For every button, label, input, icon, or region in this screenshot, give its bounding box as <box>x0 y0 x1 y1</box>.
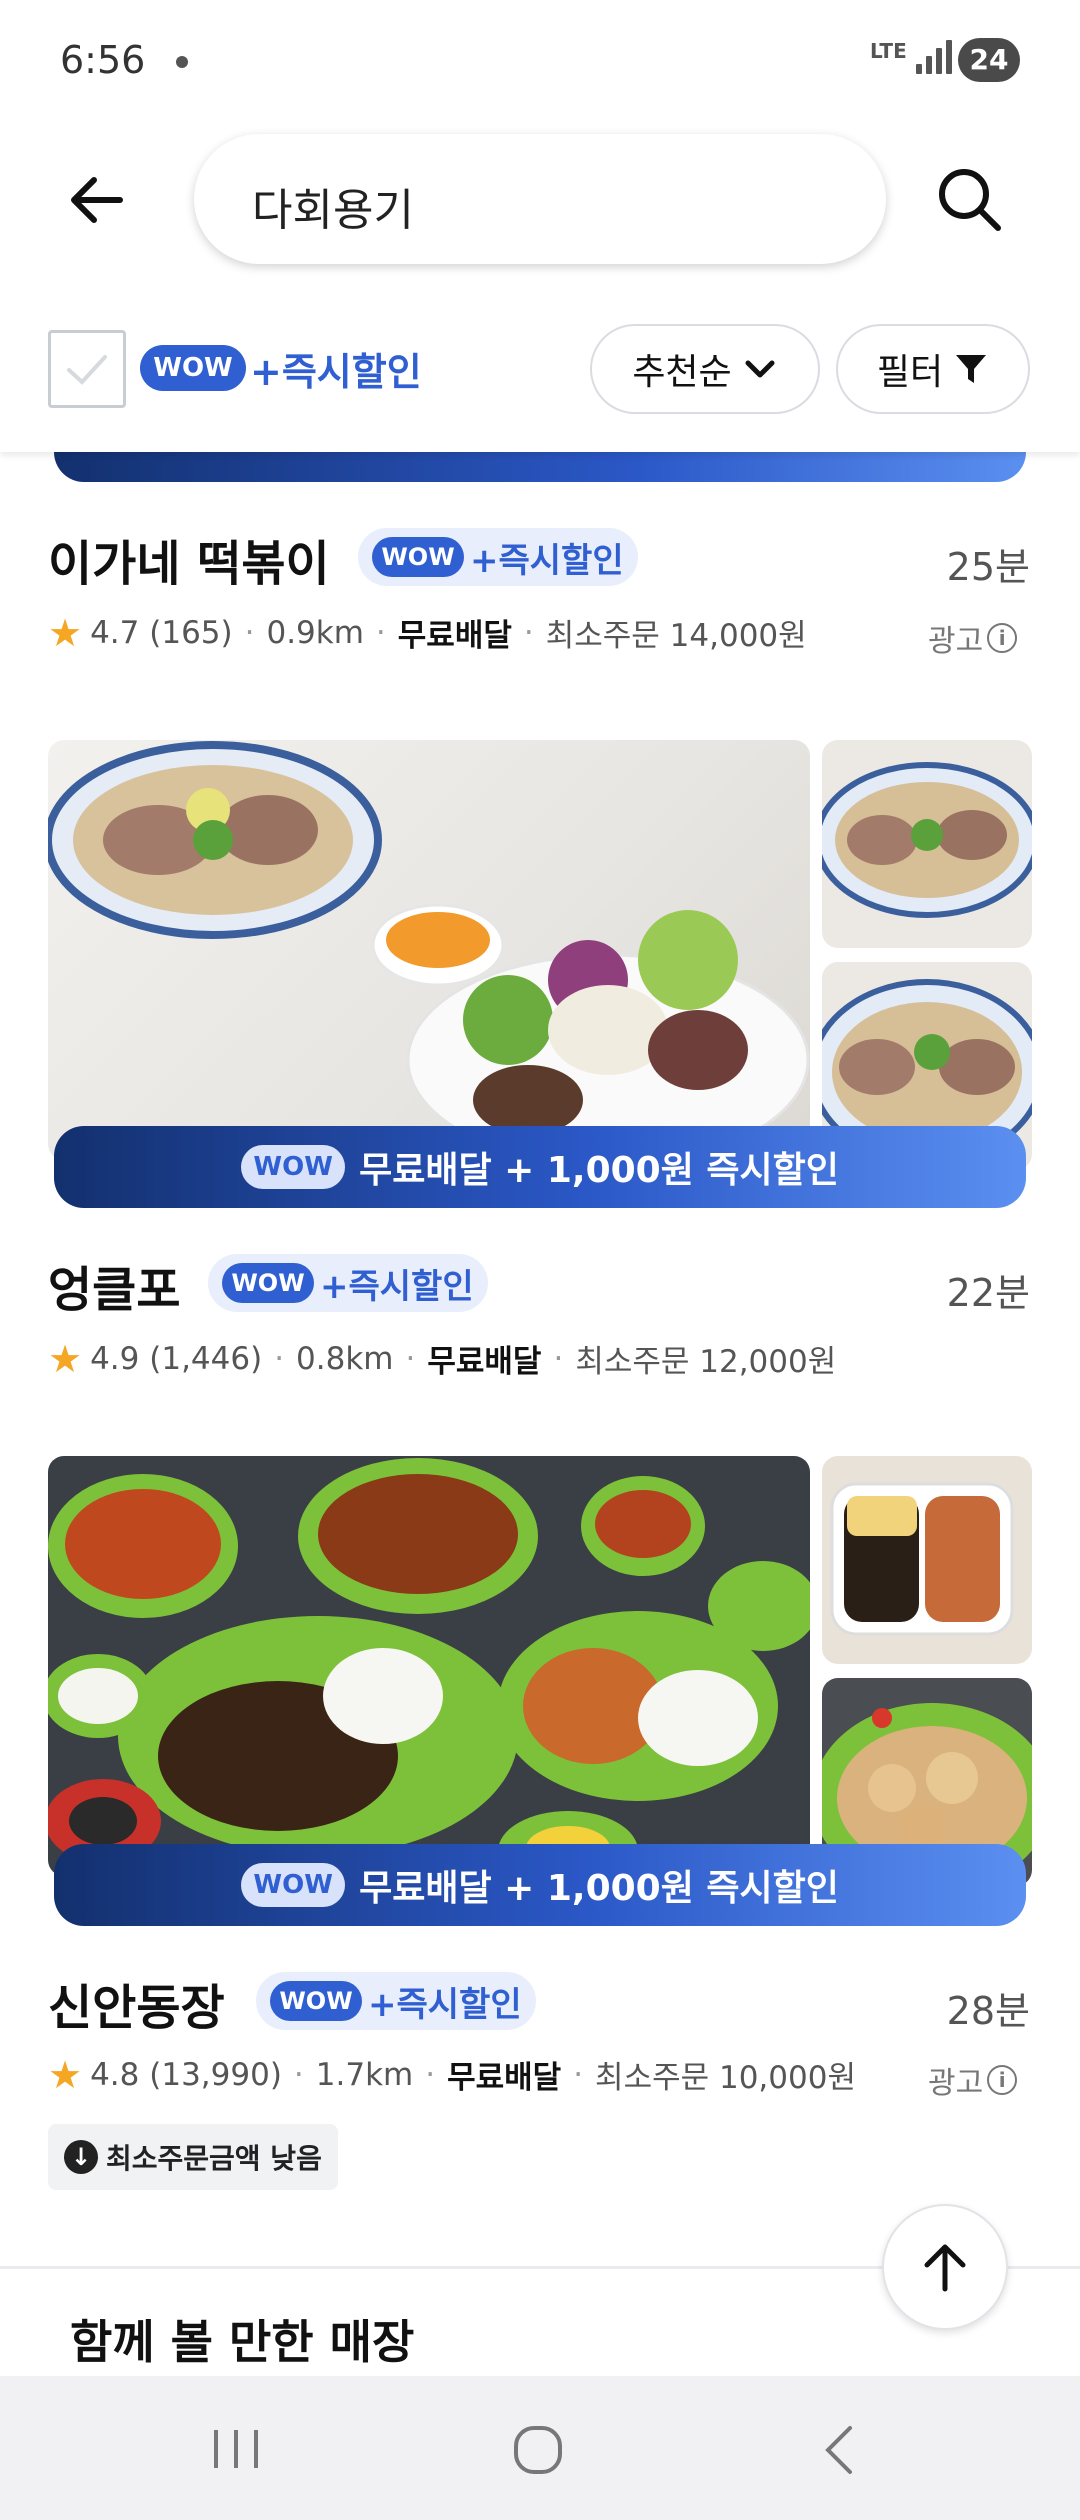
store-meta: ★ 4.9 (1,446) · 0.8km · 무료배달 · 최소주문 12,000원 <box>48 1336 837 1381</box>
back-button[interactable] <box>58 160 138 240</box>
delivery-fee: 무료배달 <box>397 618 512 654</box>
badge-text: 최소주문금액 낮음 <box>106 2142 322 2175</box>
search-icon <box>939 169 1001 231</box>
distance: 1.7km <box>315 2056 414 2093</box>
status-time: 6:56 <box>60 38 146 82</box>
food-photo <box>48 741 810 1160</box>
sort-label: 추천순 <box>632 352 732 393</box>
delivery-fee: 무료배달 <box>427 1344 542 1380</box>
star-icon: ★ <box>48 2052 83 2097</box>
promo-text: 무료배달 + 1,000원 즉시할인 <box>359 1868 839 1909</box>
store-main-photo[interactable] <box>48 1456 810 1876</box>
instant-discount-label: +즉시할인 <box>320 1266 474 1307</box>
ad-label[interactable]: 광고 i <box>928 616 1018 660</box>
delivery-time: 22분 <box>946 1271 1030 1315</box>
info-icon: i <box>987 2065 1018 2095</box>
wow-badge: WOW <box>270 1981 362 2021</box>
store-meta: ★ 4.7 (165) · 0.9km · 무료배달 · 최소주문 14,000원 <box>48 610 807 655</box>
wow-discount-checkbox[interactable] <box>48 330 126 408</box>
network-type: LTE <box>870 39 907 63</box>
check-icon <box>67 355 107 385</box>
wow-badge: WOW <box>241 1145 346 1189</box>
promo-text: 무료배달 + 1,000원 즉시할인 <box>359 1150 839 1191</box>
review-count: (1,446) <box>149 1340 263 1377</box>
store-name[interactable]: 신안동장 <box>48 1968 225 2038</box>
delivery-time: 28분 <box>946 1989 1030 2033</box>
wow-discount-tag: WOW +즉시할인 <box>358 528 638 586</box>
min-order-badge: ↓ 최소주문금액 낮음 <box>48 2124 338 2190</box>
food-photo <box>48 1458 810 1876</box>
store-name[interactable]: 엉클포 <box>48 1250 180 1320</box>
food-photo <box>822 762 1032 918</box>
ad-label[interactable]: 광고 i <box>928 2058 1018 2102</box>
wow-badge: WOW <box>241 1863 346 1907</box>
star-icon: ★ <box>48 1336 83 1381</box>
promo-banner[interactable]: WOW 무료배달 + 1,000원 즉시할인 <box>54 1126 1026 1208</box>
min-order: 최소주문 12,000원 <box>575 1344 837 1380</box>
info-icon: i <box>987 623 1018 653</box>
scroll-to-top-button[interactable] <box>882 2204 1008 2330</box>
delivery-time: 25분 <box>946 545 1030 589</box>
distance: 0.9km <box>266 614 364 651</box>
arrow-left-icon <box>71 177 123 223</box>
wow-discount-tag: WOW +즉시할인 <box>256 1972 536 2030</box>
store-meta: ★ 4.8 (13,990) · 1.7km · 무료배달 · 최소주문 10,000… <box>48 2052 856 2097</box>
home-icon[interactable] <box>508 2420 568 2480</box>
sort-dropdown[interactable]: 추천순 <box>590 324 820 414</box>
star-icon: ★ <box>48 610 83 655</box>
store-main-photo[interactable] <box>48 740 810 1160</box>
arrow-down-circle-icon: ↓ <box>64 2140 98 2174</box>
food-photo <box>830 1482 1014 1636</box>
instant-discount-label: +즉시할인 <box>250 349 422 394</box>
search-button[interactable] <box>930 160 1010 240</box>
review-count: (13,990) <box>149 2056 282 2093</box>
status-bar: 6:56 LTE 24 <box>0 0 1080 120</box>
rating: 4.9 <box>90 1340 140 1377</box>
wow-discount-label[interactable]: WOW +즉시할인 <box>140 340 422 396</box>
section-title: 함께 볼 만한 매장 <box>70 2315 415 2369</box>
min-order: 최소주문 14,000원 <box>545 618 807 654</box>
wow-badge: WOW <box>222 1263 314 1303</box>
ad-text: 광고 <box>928 624 984 659</box>
min-order: 최소주문 10,000원 <box>595 2060 856 2096</box>
filter-button[interactable]: 필터 <box>836 324 1030 414</box>
rating: 4.7 <box>90 614 140 651</box>
battery-indicator: 24 <box>958 38 1020 82</box>
search-input[interactable]: 다회용기 <box>194 134 886 264</box>
chevron-down-icon <box>745 360 775 378</box>
store-side-photo-1[interactable] <box>822 1456 1032 1664</box>
promo-banner[interactable]: WOW 무료배달 + 1,000원 즉시할인 <box>54 1844 1026 1926</box>
instant-discount-label: +즉시할인 <box>368 1984 522 2025</box>
review-count: (165) <box>149 614 233 651</box>
wow-badge: WOW <box>140 345 246 391</box>
signal-icon <box>916 40 956 74</box>
arrow-up-icon <box>924 2244 966 2292</box>
instant-discount-label: +즉시할인 <box>470 540 624 581</box>
store-side-photo-1[interactable] <box>822 740 1032 948</box>
store-name[interactable]: 이가네 떡볶이 <box>48 524 330 594</box>
back-nav-icon[interactable] <box>814 2422 864 2478</box>
filter-label: 필터 <box>876 352 944 393</box>
ad-text: 광고 <box>928 2066 984 2101</box>
distance: 0.8km <box>296 1340 394 1377</box>
rating: 4.8 <box>90 2056 140 2093</box>
search-query: 다회용기 <box>252 185 414 236</box>
notification-dot-icon <box>176 56 188 68</box>
wow-discount-tag: WOW +즉시할인 <box>208 1254 488 1312</box>
wow-badge: WOW <box>372 537 464 577</box>
delivery-fee: 무료배달 <box>447 2060 562 2096</box>
funnel-icon <box>956 355 987 383</box>
recent-apps-icon[interactable] <box>206 2424 266 2474</box>
system-nav-bar <box>0 2376 1080 2520</box>
